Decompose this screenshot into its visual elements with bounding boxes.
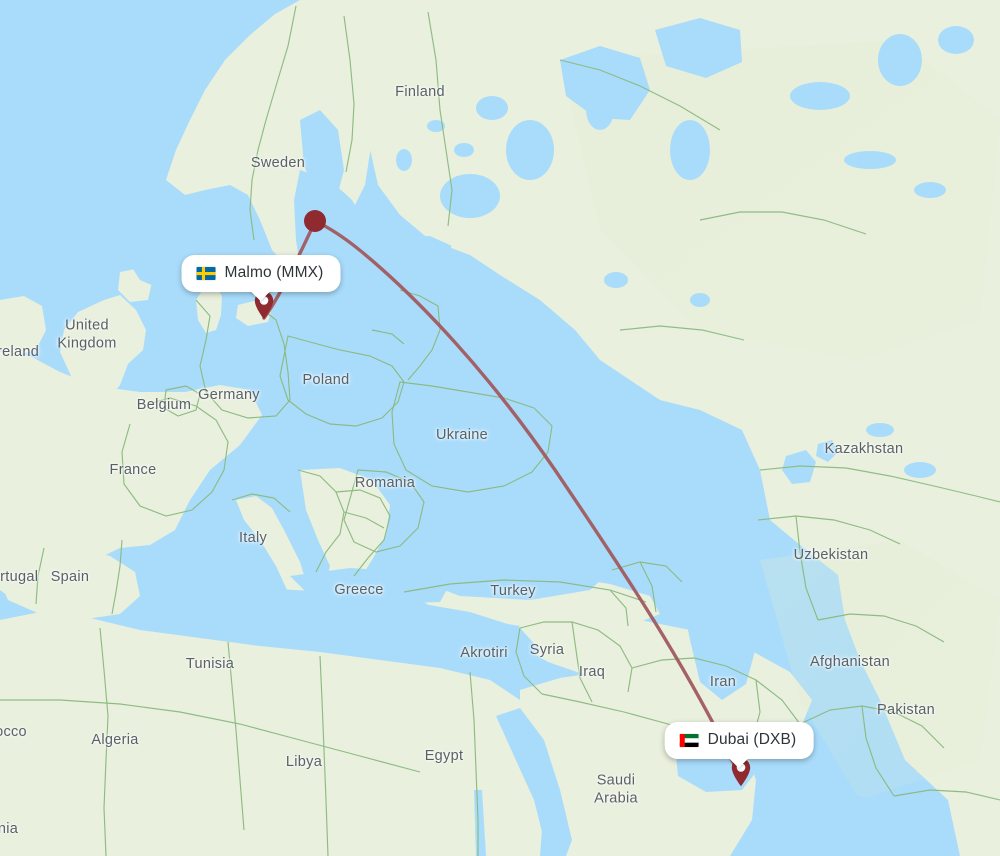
sweden-flag-icon: [196, 266, 216, 280]
flight-route-map[interactable]: Finland Sweden United Kingdom reland Poland G…: [0, 0, 1000, 856]
route-waypoint-dot: [304, 210, 326, 232]
airport-tooltip-dxb[interactable]: Dubai (DXB): [664, 722, 814, 759]
uae-flag-icon: [679, 733, 699, 747]
airport-tooltip-mmx[interactable]: Malmo (MMX): [181, 255, 341, 292]
airport-tooltip-label-dxb: Dubai (DXB): [707, 731, 797, 748]
map-canvas: [0, 0, 1000, 856]
airport-tooltip-label-mmx: Malmo (MMX): [224, 264, 324, 281]
